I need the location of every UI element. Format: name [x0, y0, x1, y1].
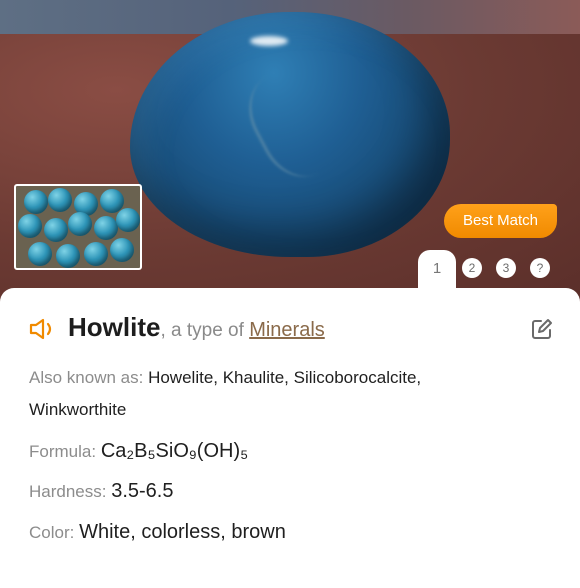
speaker-icon[interactable] — [28, 317, 58, 341]
hardness-field: Hardness: 3.5-6.5 — [29, 480, 173, 503]
title-row: Howlite, a type of Minerals — [28, 312, 568, 346]
aliases-value-1: Howelite, Khaulite, Silicoborocalcite, — [148, 368, 422, 387]
tab-3[interactable]: 3 — [496, 258, 516, 278]
color-label: Color: — [29, 523, 75, 542]
color-value: White, colorless, brown — [79, 521, 286, 543]
aliases-value-2: Winkworthite — [29, 400, 127, 419]
formula-label: Formula: — [29, 442, 97, 461]
type-prefix: , a type of — [160, 320, 250, 341]
color-field: Color: White, colorless, brown — [29, 521, 286, 544]
info-sheet: Howlite, a type of Minerals Also known a… — [0, 288, 580, 588]
formula-value: Ca₂B₅SiO₉(OH)₅ — [100, 440, 249, 462]
formula-field: Formula: Ca₂B₅SiO₉(OH)₅ — [29, 440, 248, 463]
aliases-field: Also known as: Howelite, Khaulite, Silic… — [29, 362, 421, 426]
aliases-label: Also known as: — [29, 368, 144, 387]
stone-highlight — [250, 36, 288, 46]
mineral-name: Howlite — [68, 312, 161, 342]
hardness-value: 3.5-6.5 — [111, 480, 174, 502]
tab-1[interactable]: 1 — [418, 250, 456, 290]
tab-help[interactable]: ? — [530, 258, 550, 278]
page-title: Howlite, a type of Minerals — [68, 312, 325, 343]
best-match-badge: Best Match — [444, 204, 557, 238]
hardness-label: Hardness: — [29, 482, 107, 501]
thumbnail-image[interactable] — [14, 184, 142, 270]
result-tabs: 1 2 3 ? — [418, 250, 568, 290]
tab-2[interactable]: 2 — [462, 258, 482, 278]
edit-icon[interactable] — [531, 318, 553, 340]
minerals-link[interactable]: Minerals — [249, 319, 325, 341]
